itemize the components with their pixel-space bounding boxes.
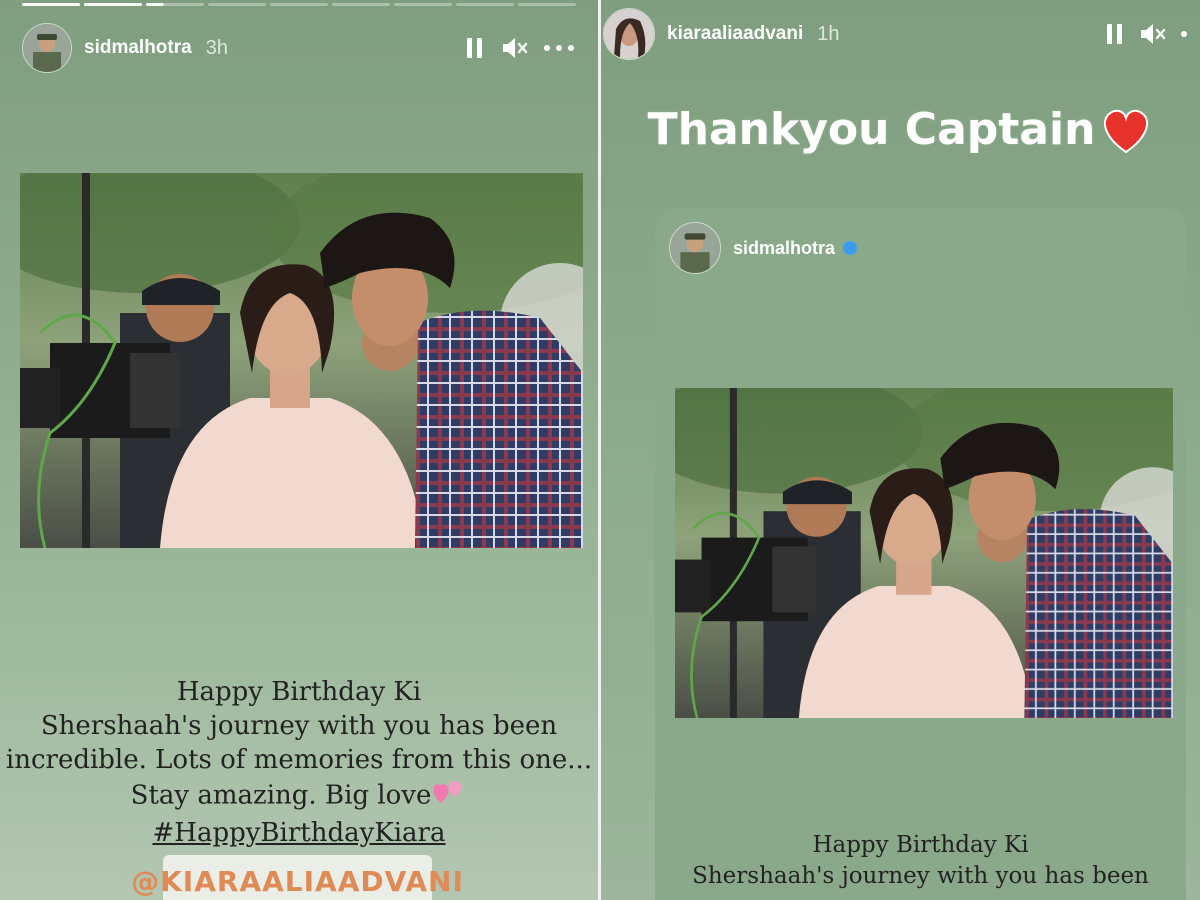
- progress-segment: [208, 3, 266, 6]
- headline: Thankyou Captain: [601, 104, 1200, 155]
- post-time: 1h: [817, 22, 840, 45]
- two-hearts-icon: [431, 777, 467, 816]
- story-right[interactable]: kiaraaliaadvani 1h Thankyou Captain sidm…: [601, 0, 1200, 900]
- story-left[interactable]: sidmalhotra 3h Happy Birthday Ki Shersha…: [0, 0, 598, 900]
- post-time: 3h: [205, 36, 228, 59]
- username[interactable]: kiaraaliaadvani: [667, 23, 803, 45]
- caption-line: Stay amazing. Big love: [130, 780, 432, 811]
- progress-segment: [456, 3, 514, 6]
- mention-sticker[interactable]: @KIARAALIAADVANI: [131, 855, 463, 900]
- pause-icon[interactable]: [462, 35, 488, 61]
- repost-caption: Happy Birthday Ki Shershaah's journey wi…: [655, 830, 1186, 892]
- verified-badge-icon: [843, 241, 858, 255]
- repost-header: sidmalhotra: [669, 222, 858, 274]
- avatar[interactable]: [22, 23, 72, 73]
- caption-line: Shershaah's journey with you has been: [40, 711, 558, 741]
- headline-text: Thankyou Captain: [647, 104, 1096, 155]
- avatar[interactable]: [669, 222, 721, 274]
- repost-username[interactable]: sidmalhotra: [733, 238, 835, 259]
- more-horizontal-icon[interactable]: [542, 35, 576, 61]
- avatar[interactable]: [603, 8, 655, 60]
- progress-segment: [146, 3, 204, 6]
- story-progress-bar: [22, 3, 576, 7]
- story-photo: [20, 173, 583, 548]
- progress-segment: [394, 3, 452, 6]
- progress-segment: [270, 3, 328, 6]
- story-header: kiaraaliaadvani 1h: [603, 8, 1190, 60]
- pause-icon[interactable]: [1102, 21, 1128, 47]
- heart-icon: [1099, 105, 1153, 155]
- story-header: sidmalhotra 3h: [22, 23, 576, 73]
- speaker-muted-icon[interactable]: [502, 35, 528, 61]
- hashtag-link[interactable]: #HappyBirthdayKiara: [0, 816, 598, 850]
- repost-photo: [675, 388, 1173, 718]
- caption-line: Happy Birthday Ki: [812, 832, 1029, 858]
- caption-line: incredible. Lots of memories from this o…: [5, 745, 593, 775]
- caption-line: Shershaah's journey with you has been: [692, 863, 1149, 889]
- caption-line: Happy Birthday Ki: [176, 677, 422, 707]
- progress-segment: [84, 3, 142, 6]
- speaker-muted-icon[interactable]: [1140, 21, 1166, 47]
- progress-segment: [518, 3, 576, 6]
- mention-label: @KIARAALIAADVANI: [131, 864, 464, 898]
- story-caption: Happy Birthday Ki Shershaah's journey wi…: [0, 675, 598, 850]
- reposted-story-card[interactable]: sidmalhotra Happy Birthday Ki Shershaah'…: [655, 208, 1186, 900]
- username[interactable]: sidmalhotra: [84, 37, 192, 59]
- progress-segment: [332, 3, 390, 6]
- progress-segment: [22, 3, 80, 6]
- more-horizontal-icon[interactable]: [1178, 21, 1190, 47]
